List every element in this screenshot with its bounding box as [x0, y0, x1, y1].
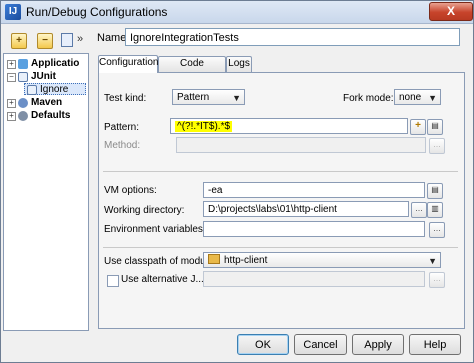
browse-method-button: … [429, 138, 445, 154]
tree-item-label: Applicatio [31, 58, 80, 69]
plus-icon: + [415, 120, 421, 131]
edit-environment-button[interactable]: … [429, 222, 445, 238]
expand-icon[interactable]: + [7, 99, 16, 108]
test-kind-label: Test kind: [104, 93, 147, 104]
run-debug-dialog: IJ Run/Debug Configurations X + − » + Ap… [0, 0, 474, 363]
browse-jre-button: … [429, 272, 445, 288]
module-folder-icon [208, 254, 220, 264]
vm-options-label: VM options: [104, 185, 157, 196]
edit-pattern-icon[interactable]: ▤ [427, 119, 443, 135]
method-input [176, 137, 426, 153]
fork-mode-select[interactable]: none ▼ [394, 89, 441, 105]
application-icon [18, 59, 28, 69]
chevron-down-icon: ▼ [428, 93, 437, 103]
intellij-app-icon: IJ [5, 4, 21, 20]
macros-icon[interactable]: ▥ [427, 202, 443, 218]
apply-button[interactable]: Apply [352, 334, 404, 355]
pattern-label: Pattern: [104, 122, 140, 133]
configuration-tree[interactable]: + Applicatio − JUnit Ignore + Maven + De… [3, 53, 89, 331]
name-input[interactable]: IgnoreIntegrationTests [125, 28, 460, 46]
separator [103, 171, 458, 172]
tree-item-junit[interactable]: − JUnit [4, 71, 88, 83]
expand-icon[interactable]: + [7, 60, 16, 69]
pattern-value: ^(?!.*IT$).*$ [175, 121, 233, 132]
pattern-input[interactable]: ^(?!.*IT$).*$ [170, 118, 408, 134]
add-pattern-button[interactable]: + [410, 119, 426, 135]
test-kind-value: Pattern [177, 92, 210, 103]
copy-configuration-icon[interactable] [61, 33, 73, 47]
help-button[interactable]: Help [409, 334, 461, 355]
remove-configuration-button[interactable]: − [37, 33, 53, 49]
fork-mode-value: none [399, 92, 422, 103]
browse-directory-button[interactable]: … [411, 202, 427, 218]
junit-test-icon [27, 85, 37, 95]
more-actions-button[interactable]: » [77, 33, 83, 45]
close-button[interactable]: X [429, 2, 473, 21]
tree-item-label: Defaults [31, 110, 71, 121]
collapse-icon[interactable]: − [7, 73, 16, 82]
cancel-button[interactable]: Cancel [294, 334, 347, 355]
method-label: Method: [104, 140, 141, 151]
working-directory-input[interactable]: D:\projects\labs\01\http-client [203, 201, 409, 217]
environment-variables-label: Environment variables: [104, 224, 206, 235]
expand-vm-options-icon[interactable]: ▤ [427, 183, 443, 199]
tree-item-application[interactable]: + Applicatio [4, 58, 88, 70]
tree-item-defaults[interactable]: + Defaults [4, 110, 88, 122]
maven-icon [18, 98, 28, 108]
window-title: Run/Debug Configurations [26, 5, 168, 19]
tree-item-label: Maven [31, 97, 63, 108]
tree-item-label: JUnit [31, 71, 56, 82]
chevron-down-icon: ▼ [232, 93, 241, 103]
separator [103, 247, 458, 248]
working-directory-label: Working directory: [104, 205, 185, 216]
tree-item-label: Ignore [40, 84, 69, 95]
fork-mode-label: Fork mode: [343, 93, 394, 104]
alternative-jre-checkbox[interactable] [107, 275, 119, 287]
vm-options-input[interactable]: -ea [203, 182, 425, 198]
expand-icon[interactable]: + [7, 112, 16, 121]
tab-logs[interactable]: Logs [226, 56, 252, 72]
junit-icon [18, 72, 28, 82]
alternative-jre-input [203, 271, 425, 287]
add-configuration-button[interactable]: + [11, 33, 27, 49]
left-pane: + − » + Applicatio − JUnit Ignore + Mave [3, 25, 89, 331]
tab-configuration[interactable]: Configuration [98, 55, 158, 73]
tree-item-ignore-selected[interactable]: Ignore [24, 83, 86, 95]
chevron-down-icon: ▼ [428, 256, 437, 266]
classpath-module-value: http-client [224, 255, 268, 266]
classpath-module-select[interactable]: http-client ▼ [203, 252, 441, 268]
test-kind-select[interactable]: Pattern ▼ [172, 89, 245, 105]
classpath-label: Use classpath of module: [104, 256, 217, 267]
tab-code-coverage[interactable]: Code Coverage [158, 56, 226, 83]
environment-variables-input[interactable] [203, 221, 425, 237]
defaults-icon [18, 111, 28, 121]
tree-item-maven[interactable]: + Maven [4, 97, 88, 109]
ok-button[interactable]: OK [237, 334, 289, 355]
title-bar: IJ Run/Debug Configurations X [1, 1, 473, 24]
alternative-jre-label: Use alternative J... [121, 274, 204, 285]
